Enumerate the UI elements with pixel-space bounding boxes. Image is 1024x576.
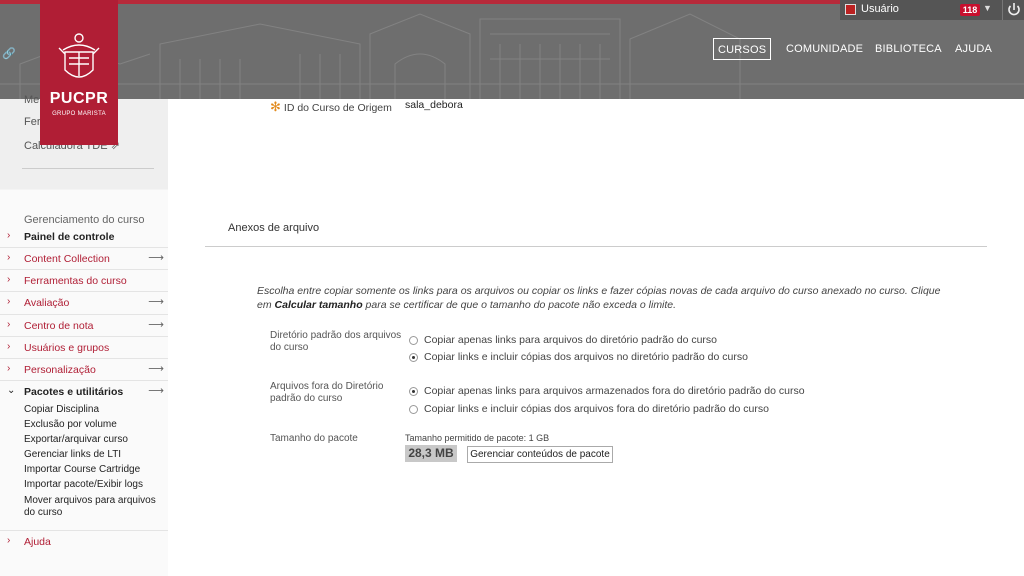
chevron-icon: › [7,319,11,330]
menu-label: Avaliação [24,297,70,309]
origin-course-value: sala_debora [405,99,463,111]
radio-label: Copiar apenas links para arquivos do dir… [424,334,718,346]
menu-painel-de-controle[interactable]: › Painel de controle [0,226,168,248]
sidebar-divider [22,168,154,169]
course-sidebar: Me Fer Calculadora TDE ⇗ Gerenciamento d… [0,94,168,576]
instructions-text: Escolha entre copiar somente os links pa… [257,284,947,312]
default-dir-label: Diretório padrão dos arquivos do curso [270,330,402,353]
user-bar: Usuário 118 ▼ [840,0,1024,20]
radio-button-selected[interactable] [409,353,418,362]
submenu-copiar-disciplina[interactable]: Copiar Disciplina [24,404,164,416]
notification-badge[interactable]: 118 [960,4,980,16]
nav-biblioteca[interactable]: BIBLIOTECA [875,38,942,60]
radio-button[interactable] [409,336,418,345]
menu-usuarios-e-grupos[interactable]: › Usuários e grupos [0,336,168,358]
menu-content-collection[interactable]: › Content Collection ⟶ [0,247,168,269]
chevron-icon: › [7,341,11,352]
menu-personalizacao[interactable]: › Personalização ⟶ [0,358,168,380]
chevron-icon: › [7,363,11,374]
menu-avaliacao[interactable]: › Avaliação ⟶ [0,291,168,313]
chevron-icon: › [7,252,11,263]
arrow-right-icon: ⟶ [148,252,164,264]
main-content: ✻ ID do Curso de Origem sala_debora Anexo… [168,99,1024,576]
nav-cursos[interactable]: CURSOS [713,38,772,60]
submenu-exclusao-por-volume[interactable]: Exclusão por volume [24,419,164,431]
package-size-label: Tamanho do pacote [270,433,358,444]
course-management-title: Gerenciamento do curso [24,214,145,226]
section-divider [205,246,987,247]
logo-name: PUCPR [49,90,109,107]
outside-dir-label: Arquivos fora do Diretório padrão do cur… [270,381,384,404]
arrow-right-icon: ⟶ [148,319,164,331]
chevron-icon: › [7,274,11,285]
radio-label: Copiar apenas links para arquivos armaze… [424,385,805,397]
logo-subtitle: GRUPO MARISTA [52,111,106,117]
menu-ajuda[interactable]: › Ajuda [0,530,168,552]
origin-course-label: ✻ ID do Curso de Origem [270,99,392,115]
instructions-part-2: para se certificar de que o tamanho do p… [362,299,677,311]
chevron-down-icon: ⌄ [7,385,16,396]
menu-label: Centro de nota [24,320,94,332]
menu-label: Ferramentas do curso [24,275,127,287]
menu-label: Ajuda [24,536,51,548]
sidebar-tool-2[interactable]: Fer [24,116,41,128]
power-icon [1008,3,1020,16]
user-avatar[interactable] [845,4,856,15]
allowed-package-size: Tamanho permitido de pacote: 1 GB [405,433,550,443]
calculate-size-link: Calcular tamanho [274,299,363,311]
package-size-value: 28,3 MB [405,445,457,462]
submenu-gerenciar-lti[interactable]: Gerenciar links de LTI [24,449,164,461]
radio-button-selected[interactable] [409,387,418,396]
radio-label: Copiar links e incluir cópias dos arquiv… [424,351,748,363]
menu-label: Pacotes e utilitários [24,386,124,398]
required-star-icon: ✻ [270,99,281,114]
menu-label: Content Collection [24,253,110,265]
menu-label: Usuários e grupos [24,342,110,354]
submenu-mover-arquivos[interactable]: Mover arquivos para arquivos do curso [24,495,164,519]
origin-label-text: ID do Curso de Origem [283,102,392,114]
chevron-icon: › [7,296,11,307]
nav-comunidade[interactable]: COMUNIDADE [786,38,863,60]
nav-ajuda[interactable]: AJUDA [955,38,992,60]
menu-pacotes-e-utilitarios[interactable]: ⌄ Pacotes e utilitários ⟶ [0,380,168,402]
user-name[interactable]: Usuário [861,3,899,15]
manage-package-button[interactable]: Gerenciar conteúdos de pacote [467,446,613,463]
arrow-right-icon: ⟶ [148,296,164,308]
submenu-exportar-arquivar[interactable]: Exportar/arquivar curso [24,434,164,446]
arrow-right-icon: ⟶ [148,385,164,397]
radio-label: Copiar links e incluir cópias dos arquiv… [424,403,769,415]
menu-centro-de-nota[interactable]: › Centro de nota ⟶ [0,314,168,336]
pucpr-logo[interactable]: PUCPR GRUPO MARISTA [40,0,118,145]
submenu-importar-pacote[interactable]: Importar pacote/Exibir logs [24,479,164,491]
chevron-icon: › [7,535,11,546]
radio-button[interactable] [409,405,418,414]
submenu-importar-cartridge[interactable]: Importar Course Cartridge [24,464,164,476]
chevron-icon: › [7,230,11,241]
menu-ferramentas-do-curso[interactable]: › Ferramentas do curso [0,269,168,291]
menu-label: Personalização [24,364,96,376]
link-icon[interactable]: 🔗 [2,47,16,61]
power-button[interactable] [1002,0,1024,20]
menu-label: Painel de controle [24,231,115,243]
section-heading: Anexos de arquivo [228,222,320,234]
arrow-right-icon: ⟶ [148,363,164,375]
sidebar-tool-1[interactable]: Me [24,94,39,106]
chevron-down-icon[interactable]: ▼ [983,3,992,13]
crest-icon [58,33,100,78]
